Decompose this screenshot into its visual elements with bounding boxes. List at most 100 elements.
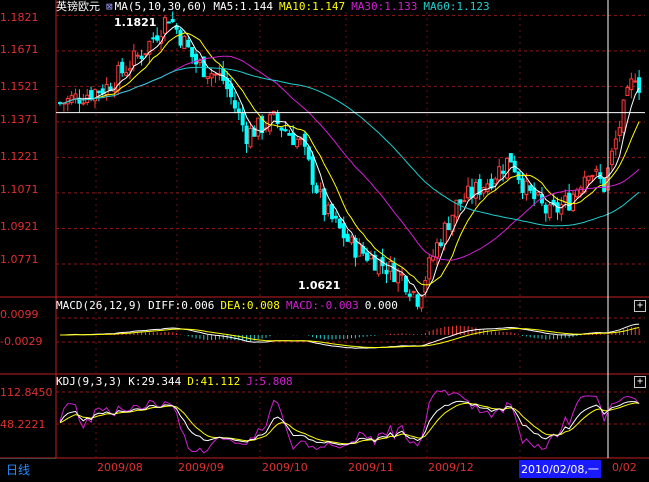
candle-body [318,189,323,192]
candle-body [197,60,202,64]
x-tick-label: 2009/11 [348,461,394,474]
candle-body [96,90,101,94]
candle-body [73,93,78,100]
candle-body [166,21,171,24]
legend-ma5: MA5:1.144 [213,0,273,13]
macd-header: MACD(26,12,9) DIFF:0.006 DEA:0.008 MACD:-0.… [56,299,404,312]
candle-body [127,68,132,71]
stock-chart-window: 1.1821 1.0621 英镑欧元 ⊠ MA(5,10,30,60) MA5:1.14… [0,0,649,482]
x-tick-label-tail: 0/02 [612,461,637,474]
candle-body [485,183,490,192]
candle-body [232,100,237,109]
candle-body [528,185,533,191]
legend-k: K:29.344 [128,375,182,388]
candle-body [283,129,288,132]
candle-body [170,18,175,23]
candle-body [186,39,191,48]
kdj-header: KDJ(9,3,3) K:29.344 D:41.112 J:5.808 [56,375,299,388]
candle-body [100,88,105,95]
kdj-expand-button[interactable]: + [634,376,646,388]
legend-d: D:41.112 [187,375,241,388]
candle-body [446,223,451,231]
candle-body [279,127,284,131]
candle-body [124,72,129,76]
candle-body [267,114,272,132]
candle-body [194,53,199,65]
legend-ma10: MA10:1.147 [278,0,346,13]
macd-diff-line [60,323,640,349]
candle-body [400,273,405,276]
kdj-y-tick-label: 112.8450 [0,386,53,399]
x-tick-label: 2009/12 [428,461,474,474]
candle-body [205,76,210,80]
candle-body [236,108,241,114]
kdj-d-line [59,402,640,445]
candle-body [508,153,513,163]
candle-body [357,242,362,257]
candle-body [376,258,381,275]
candle-body [314,185,319,193]
candle-body [625,86,630,96]
candle-body [613,138,618,150]
candle-body [330,203,335,220]
candle-body [151,37,156,40]
chart-canvas[interactable]: 1.1821 1.0621 [0,0,649,482]
candle-body [337,218,342,229]
candle-body [287,132,292,136]
macd-expand-button[interactable]: + [634,300,646,312]
candle-body [291,132,296,146]
candle-body [547,204,552,219]
kdj-y-tick-label: 48.2221 [0,418,46,431]
candle-body [466,185,471,199]
macd-title: MACD(26,12,9) [56,299,143,312]
candle-body [396,270,401,284]
candle-body [182,35,187,50]
y-tick-label: 1.1071 [0,183,39,196]
period-selector[interactable]: 日线 [0,458,56,480]
candle-body [462,200,467,203]
candle-body [295,138,300,148]
candle-body [256,117,261,137]
candle-body [209,73,214,79]
candle-body [229,83,234,98]
extreme-price-annotation: 1.0621 [298,279,340,292]
candle-body [349,236,354,244]
candle-body [190,47,195,58]
candle-body [139,55,144,60]
y-tick-label: 1.0771 [0,253,39,266]
candle-body [438,242,443,247]
ma-line-ma30 [59,55,640,261]
candle-body [419,294,424,309]
candle-body [89,90,94,100]
ma-params: MA(5,10,30,60) [114,0,208,13]
legend-diff: DIFF:0.006 [148,299,215,312]
ma-line-ma10 [59,32,640,286]
x-tick-label: 2009/09 [178,461,224,474]
candle-body [578,187,583,194]
candle-body [143,53,148,56]
candle-body [240,112,245,126]
candle-body [473,181,478,199]
candle-body [435,242,440,258]
legend-ma30: MA30:1.133 [351,0,418,13]
candle-body [392,262,397,283]
candle-body [162,17,167,34]
candle-body [493,178,498,185]
candle-body [407,293,412,297]
x-tick-label: 2009/08 [97,461,143,474]
x-tick-label: 2009/10 [262,461,308,474]
candle-body [69,95,74,104]
candle-body [248,128,253,148]
candle-body [567,192,572,211]
candle-body [345,233,350,242]
candle-body [543,204,548,214]
kdj-k-line [59,400,640,446]
candle-body [590,175,595,178]
candle-body [586,175,591,181]
cursor-date-label: 2010/02/08,一 [519,460,601,478]
candle-body [609,150,614,165]
candle-body [135,54,140,57]
candle-body [131,50,136,66]
indicator-icon[interactable]: ⊠ [106,0,113,13]
candle-body [244,125,249,145]
